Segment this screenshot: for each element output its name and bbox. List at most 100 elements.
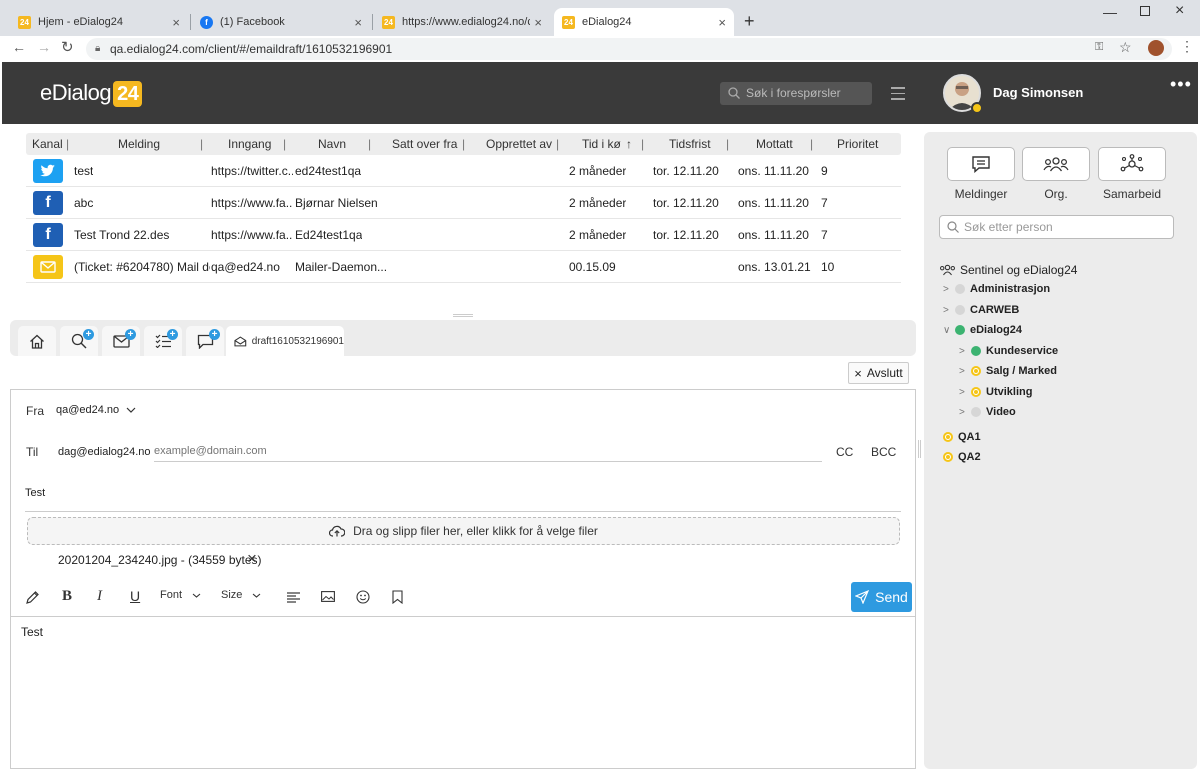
- more-options-icon[interactable]: •••: [1170, 74, 1192, 95]
- tree-item-utvikling[interactable]: > Utvikling: [959, 386, 1032, 398]
- bold-icon[interactable]: B: [62, 588, 72, 605]
- close-window-icon[interactable]: ×: [1175, 2, 1184, 20]
- facebook-icon: f: [33, 191, 63, 215]
- close-tab-icon[interactable]: ×: [172, 15, 180, 30]
- home-tab[interactable]: [18, 326, 56, 356]
- request-search-input[interactable]: Søk i forespørsler: [720, 82, 872, 105]
- row-melding: test: [74, 164, 94, 178]
- col-satt-over-fra[interactable]: Satt over fra: [392, 137, 457, 151]
- open-envelope-icon: [234, 335, 247, 346]
- browser-tab[interactable]: 24 https://www.edialog24.no/chatwi ×: [374, 8, 550, 36]
- table-row[interactable]: test https://twitter.c... ed24test1qa 2 …: [26, 155, 901, 187]
- url-field[interactable]: 🔒︎ qa.edialog24.com/client/#/emaildraft/…: [86, 38, 1172, 60]
- row-inngang: https://www.fa...: [211, 228, 293, 242]
- file-dropzone[interactable]: Dra og slipp filer her, eller klikk for …: [27, 517, 900, 545]
- new-chat-tab[interactable]: +: [186, 326, 224, 356]
- tree-label: CARWEB: [970, 304, 1020, 316]
- maximize-icon[interactable]: [1140, 6, 1150, 16]
- col-melding[interactable]: Melding: [118, 137, 160, 151]
- browser-tab[interactable]: f (1) Facebook ×: [192, 8, 370, 36]
- browser-tab[interactable]: 24 Hjem - eDialog24 ×: [10, 8, 188, 36]
- to-label: Til: [26, 445, 39, 459]
- tree-item-carweb[interactable]: > CARWEB: [943, 304, 1019, 316]
- align-left-icon[interactable]: [287, 592, 300, 603]
- col-tid-i-ko[interactable]: Tid i kø: [582, 137, 621, 151]
- tree-item-salg-marked[interactable]: > Salg / Marked: [959, 365, 1057, 377]
- col-opprettet-av[interactable]: Opprettet av: [486, 137, 552, 151]
- queue-item-qa2[interactable]: QA2: [943, 451, 981, 463]
- app-logo[interactable]: eDialog 24: [40, 80, 143, 107]
- font-select-label: Font: [160, 589, 183, 601]
- new-tab-icon[interactable]: +: [744, 11, 755, 32]
- person-search-input[interactable]: Søk etter person: [939, 215, 1174, 239]
- bcc-button[interactable]: BCC: [871, 445, 896, 459]
- bookmark-icon[interactable]: [392, 590, 403, 604]
- tree-item-kundeservice[interactable]: > Kundeservice: [959, 345, 1058, 357]
- users-group-icon: [940, 264, 956, 276]
- email-body-editor[interactable]: Test: [11, 616, 915, 768]
- status-away-icon: [943, 432, 953, 442]
- edialog-favicon-icon: 24: [18, 15, 31, 29]
- close-tab-icon[interactable]: ×: [354, 15, 362, 30]
- new-search-tab[interactable]: +: [60, 326, 98, 356]
- row-prioritet: 10: [821, 260, 835, 274]
- minimize-icon[interactable]: —: [1103, 4, 1117, 20]
- col-navn[interactable]: Navn: [318, 137, 346, 151]
- reload-icon[interactable]: ↻: [61, 38, 74, 56]
- to-input[interactable]: [154, 440, 822, 462]
- resize-handle[interactable]: [453, 314, 473, 317]
- user-name[interactable]: Dag Simonsen: [993, 85, 1083, 100]
- emoji-icon[interactable]: [356, 590, 370, 604]
- row-inngang: qa@ed24.no: [211, 260, 280, 274]
- key-icon[interactable]: ⚿: [1095, 41, 1103, 54]
- table-row[interactable]: f Test Trond 22.des https://www.fa... Ed…: [26, 219, 901, 251]
- col-prioritet[interactable]: Prioritet: [837, 137, 878, 151]
- close-tab-icon[interactable]: ×: [718, 15, 726, 30]
- recipient-chip[interactable]: dag@edialog24.no: [58, 446, 151, 458]
- size-select[interactable]: Size: [221, 589, 261, 601]
- queue-item-qa1[interactable]: QA1: [943, 431, 981, 443]
- browser-menu-icon[interactable]: ⋮: [1180, 38, 1194, 55]
- remove-attachment-icon[interactable]: ×: [247, 549, 257, 569]
- pencil-icon[interactable]: [25, 590, 40, 605]
- close-icon: ×: [854, 365, 862, 381]
- hamburger-menu-icon[interactable]: [891, 87, 905, 104]
- tree-item-video[interactable]: > Video: [959, 406, 1016, 418]
- table-row[interactable]: (Ticket: #6204780) Mail de... qa@ed24.no…: [26, 251, 901, 283]
- italic-icon[interactable]: I: [97, 588, 102, 605]
- collaboration-button[interactable]: [1098, 147, 1166, 181]
- email-icon: [33, 255, 63, 279]
- from-select[interactable]: qa@ed24.no: [56, 404, 136, 416]
- row-tid: 00.15.09: [569, 260, 616, 274]
- close-tab-icon[interactable]: ×: [534, 15, 542, 30]
- back-icon[interactable]: ←: [12, 39, 26, 55]
- image-icon[interactable]: [321, 591, 335, 602]
- forward-icon[interactable]: →: [37, 39, 51, 55]
- col-mottatt[interactable]: Mottatt: [756, 137, 793, 151]
- font-select[interactable]: Font: [160, 589, 201, 601]
- close-draft-button[interactable]: × Avslutt: [848, 362, 909, 384]
- messages-button[interactable]: [947, 147, 1015, 181]
- draft-tab[interactable]: draft1610532196901: [226, 326, 344, 356]
- table-row[interactable]: f abc https://www.fa... Bjørnar Nielsen …: [26, 187, 901, 219]
- browser-tab-active[interactable]: 24 eDialog24 ×: [554, 8, 734, 36]
- new-email-tab[interactable]: +: [102, 326, 140, 356]
- subject-input[interactable]: Test: [25, 480, 901, 512]
- sort-arrow-icon[interactable]: ↑: [626, 137, 632, 151]
- lock-icon: 🔒︎: [95, 43, 101, 54]
- send-button[interactable]: Send: [851, 582, 912, 612]
- bookmark-star-icon[interactable]: ☆: [1119, 39, 1132, 56]
- col-kanal[interactable]: Kanal: [32, 137, 63, 151]
- tree-item-edialog24[interactable]: ∨ eDialog24: [943, 324, 1022, 336]
- row-mottatt: ons. 11.11.20: [738, 164, 809, 178]
- tree-item-administrasjon[interactable]: > Administrasjon: [943, 283, 1050, 295]
- col-inngang[interactable]: Inngang: [228, 137, 271, 151]
- cc-button[interactable]: CC: [836, 445, 853, 459]
- org-button[interactable]: [1022, 147, 1090, 181]
- profile-avatar[interactable]: [1148, 40, 1164, 56]
- new-task-tab[interactable]: +: [144, 326, 182, 356]
- underline-icon[interactable]: U: [130, 588, 140, 604]
- splitter-handle[interactable]: [918, 440, 921, 458]
- col-tidsfrist[interactable]: Tidsfrist: [669, 137, 711, 151]
- tree-label: Administrasjon: [970, 283, 1051, 295]
